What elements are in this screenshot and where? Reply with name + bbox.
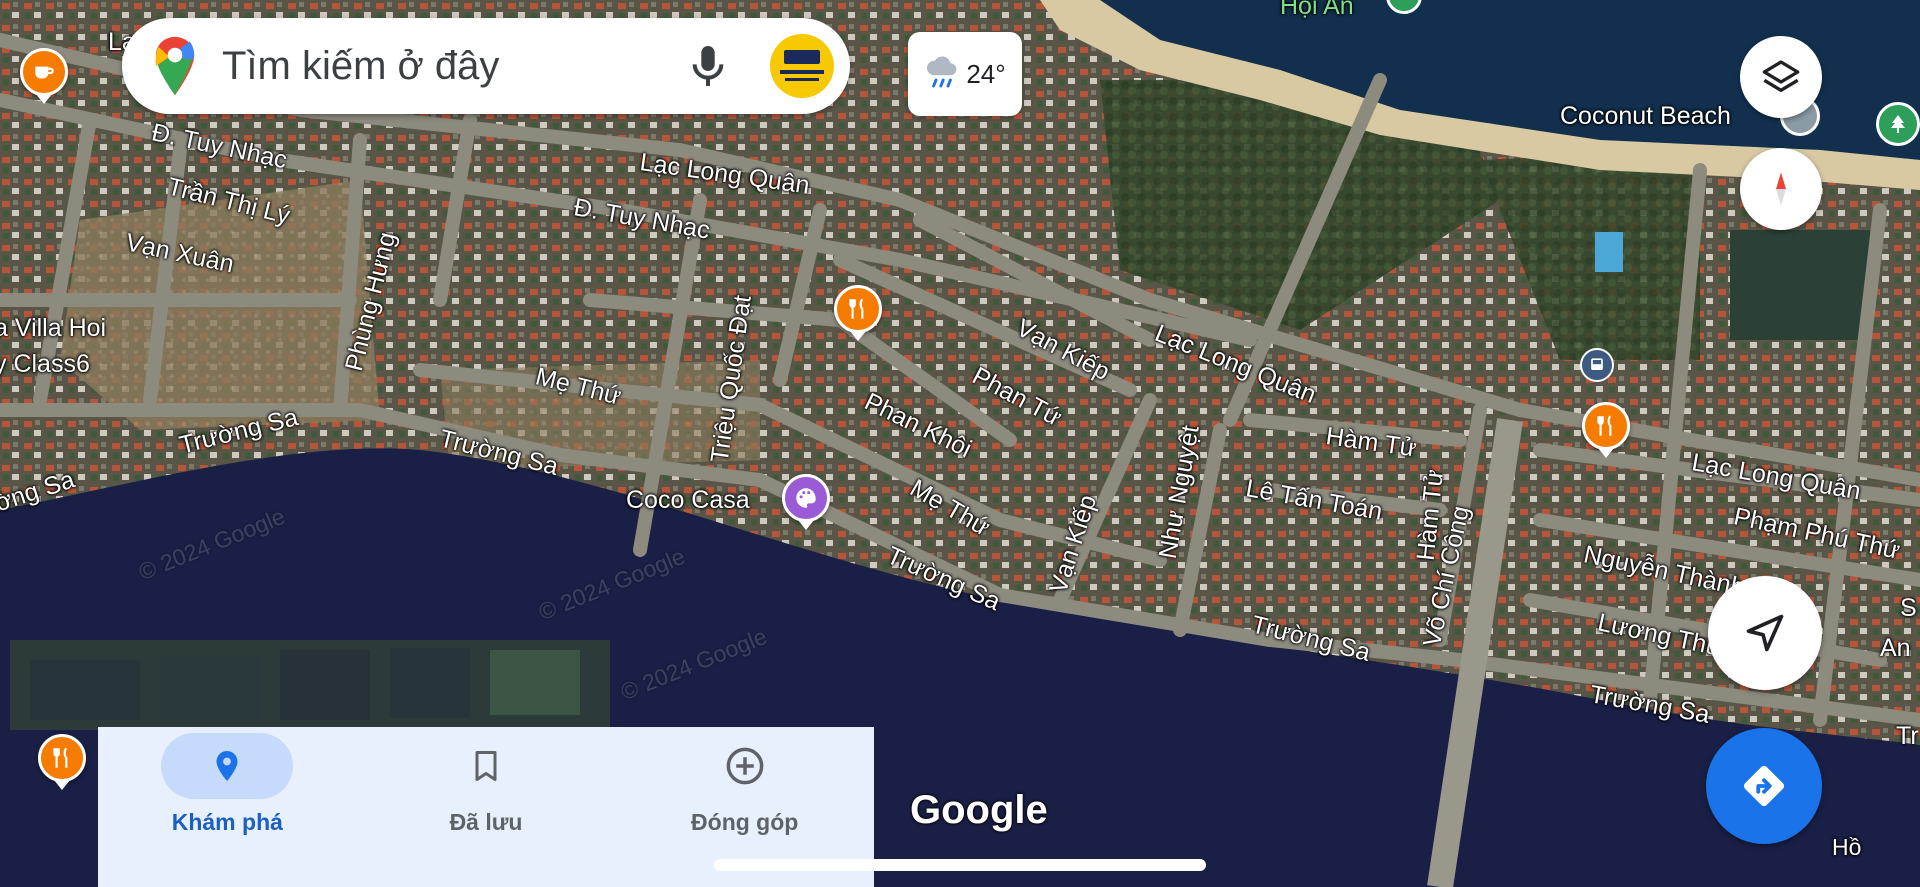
nav-saved-icon-wrap	[420, 733, 552, 799]
bus-stop-marker[interactable]	[1580, 348, 1614, 382]
map-label-place[interactable]: y Class6	[0, 350, 90, 379]
avatar-image	[784, 50, 820, 64]
my-location-button[interactable]	[1708, 576, 1822, 690]
map-label-hoi-an[interactable]: Hội An	[1280, 0, 1354, 21]
restaurant-pin[interactable]	[38, 734, 86, 782]
palette-icon	[796, 488, 816, 508]
add-circle-icon	[726, 747, 764, 785]
compass-icon	[1776, 172, 1786, 206]
microphone-icon[interactable]	[688, 42, 728, 90]
google-watermark: Google	[910, 788, 1048, 832]
rain-cloud-icon	[927, 56, 957, 88]
avatar-image	[780, 70, 824, 74]
coffee-cup-icon	[35, 66, 54, 79]
weather-temperature: 24°	[966, 58, 1006, 89]
navigation-arrow-icon	[1746, 614, 1784, 652]
avatar-image	[785, 78, 819, 81]
bus-icon	[1591, 358, 1603, 370]
nav-explore-label: Khám phá	[171, 809, 283, 835]
layers-button[interactable]	[1740, 36, 1822, 118]
nav-contribute-label: Đóng góp	[691, 809, 799, 835]
google-maps-logo-icon	[155, 36, 195, 96]
search-bar[interactable]: Tìm kiếm ở đây	[122, 18, 850, 114]
home-indicator[interactable]	[714, 859, 1206, 871]
restaurant-pin[interactable]	[834, 285, 882, 333]
restaurant-pin[interactable]	[1582, 402, 1630, 450]
directions-button[interactable]	[1706, 728, 1822, 844]
map-label-street: Hồ	[1832, 834, 1862, 860]
nav-explore[interactable]: Khám phá	[98, 727, 357, 887]
fork-knife-icon	[1597, 415, 1612, 436]
art-gallery-pin[interactable]	[782, 474, 830, 522]
park-marker[interactable]	[1876, 102, 1920, 146]
weather-chip[interactable]: 24°	[908, 32, 1022, 116]
map-label-coconut-beach[interactable]: Coconut Beach	[1560, 102, 1731, 131]
profile-avatar[interactable]	[770, 34, 834, 98]
map-label-place[interactable]: Coco Casa	[626, 486, 750, 515]
nav-contribute-icon-wrap	[679, 733, 811, 799]
location-pin-icon	[216, 751, 238, 781]
nav-saved[interactable]: Đã lưu	[357, 727, 616, 887]
nav-saved-label: Đã lưu	[449, 809, 523, 835]
map-label-street: Tr	[1896, 722, 1919, 750]
bookmark-icon	[475, 751, 497, 781]
tree-icon	[1891, 115, 1905, 133]
search-placeholder[interactable]: Tìm kiếm ở đây	[222, 44, 688, 89]
map-label-street: S	[1900, 594, 1917, 622]
layers-icon	[1762, 60, 1800, 93]
fork-knife-icon	[53, 747, 68, 768]
fork-knife-icon	[849, 298, 864, 319]
map-label-place[interactable]: a Villa Hoi	[0, 314, 106, 343]
compass-button[interactable]	[1740, 148, 1822, 230]
nav-explore-icon-wrap	[161, 733, 294, 799]
cafe-pin[interactable]	[20, 48, 68, 96]
directions-icon	[1743, 765, 1785, 807]
map-label-street: An	[1880, 634, 1911, 662]
